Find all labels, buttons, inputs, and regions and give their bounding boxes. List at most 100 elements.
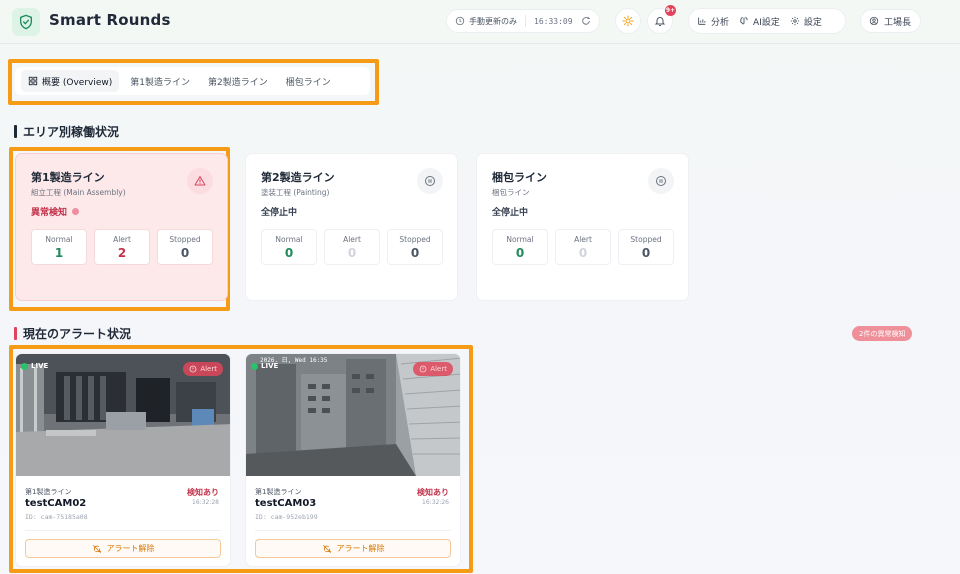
live-indicator: LIVE [251, 362, 278, 370]
user-menu-button[interactable]: 工場長 [860, 9, 921, 33]
refresh-icon[interactable] [581, 16, 591, 26]
alert-dot [72, 208, 80, 215]
area-stats: Normal 0 Alert 0 Stopped 0 [492, 229, 674, 265]
area-status: 全停止中 [261, 205, 297, 218]
stat-stopped-label: Stopped [399, 235, 431, 244]
warning-triangle-icon [187, 168, 213, 194]
stat-normal: Normal 1 [31, 229, 87, 265]
area-status: 全停止中 [492, 205, 528, 218]
nav-analytics-label: 分析 [711, 17, 730, 28]
stat-alert-label: Alert [343, 235, 361, 244]
app-title: Smart Rounds [49, 11, 171, 29]
stat-stopped-value: 0 [180, 246, 190, 260]
stat-alert: Alert 0 [324, 229, 380, 265]
sun-icon [622, 15, 634, 27]
tab-overview-label: 概要 (Overview) [42, 77, 113, 88]
camera-feed[interactable]: LIVE Alert [16, 354, 230, 476]
camera-line: 第1製造ライン [255, 488, 302, 496]
stat-alert-value: 2 [117, 246, 127, 260]
gear-icon [790, 16, 799, 26]
area-status-label: 異常検知 [31, 208, 68, 218]
tab-overview[interactable]: 概要 (Overview) [21, 70, 120, 92]
area-status-heading: エリア別稼働状況 [14, 123, 119, 140]
area-stats: Normal 1 Alert 2 Stopped 0 [31, 229, 213, 265]
camera-line: 第1製造ライン [25, 488, 72, 496]
alert-circle-icon [419, 365, 427, 373]
camera-name: testCAM02 [25, 498, 87, 509]
stat-alert: Alert 2 [94, 229, 150, 265]
heading-accent-bar [14, 327, 17, 340]
alert-chip-label: Alert [430, 365, 447, 373]
divider [525, 15, 526, 27]
stat-stopped: Stopped 0 [157, 229, 213, 265]
stat-normal-value: 0 [284, 246, 294, 260]
clear-alert-button[interactable]: アラート解除 [25, 539, 221, 558]
clear-alert-button[interactable]: アラート解除 [255, 539, 451, 558]
area-status: 異常検知 [31, 205, 80, 218]
detection-status: 検知あり [417, 488, 449, 497]
area-subtitle: 梱包ライン [492, 188, 530, 197]
area-card-line-1[interactable]: 第1製造ライン 組立工程 (Main Assembly) 異常検知 Normal… [15, 153, 228, 301]
stat-alert-label: Alert [113, 235, 131, 244]
tab-packing-line[interactable]: 梱包ライン [279, 70, 338, 92]
stat-stopped-label: Stopped [169, 235, 201, 244]
brain-icon [740, 17, 748, 25]
nav-ai-settings[interactable]: AI設定 [739, 15, 780, 28]
tab-line-2[interactable]: 第2製造ライン [201, 70, 275, 92]
area-name: 第2製造ライン [261, 171, 335, 184]
pause-circle-icon [648, 168, 674, 194]
detection-status: 検知あり [187, 488, 219, 497]
shield-logo-icon [12, 8, 40, 36]
camera-feed[interactable]: 2026. 日, Wed 16:35 LIVE Alert [246, 354, 460, 476]
alert-circle-icon [189, 365, 197, 373]
area-status-label: 全停止中 [492, 208, 529, 218]
line-tabs: 概要 (Overview) 第1製造ライン 第2製造ライン 梱包ライン [15, 67, 370, 95]
stat-stopped: Stopped 0 [618, 229, 674, 265]
camera-id: ID: cam-952eb199 [255, 513, 318, 521]
detection-time: 16:32:28 [192, 499, 219, 506]
update-mode-pill: 手動更新のみ 16:33:09 [446, 9, 600, 33]
stat-alert: Alert 0 [555, 229, 611, 265]
user-circle-icon [869, 16, 879, 26]
stat-stopped: Stopped 0 [387, 229, 443, 265]
alert-chip: Alert [413, 362, 453, 376]
pause-circle-icon [417, 168, 443, 194]
tab-line-1[interactable]: 第1製造ライン [123, 70, 197, 92]
stat-alert-label: Alert [574, 235, 592, 244]
live-label: LIVE [31, 362, 49, 370]
stat-normal-label: Normal [506, 235, 534, 244]
alert-status-title: 現在のアラート状況 [23, 327, 132, 341]
stat-normal-value: 1 [54, 246, 64, 260]
bell-off-icon [92, 544, 101, 553]
camera-card-testcam03[interactable]: 2026. 日, Wed 16:35 LIVE Alert 第1製造ライン te… [245, 353, 461, 567]
area-status-title: エリア別稼働状況 [23, 125, 120, 139]
bell-icon [654, 17, 666, 26]
area-name: 第1製造ライン [31, 171, 105, 184]
stat-stopped-label: Stopped [630, 235, 662, 244]
stat-normal-value: 0 [515, 246, 525, 260]
alert-status-heading: 現在のアラート状況 [14, 325, 131, 342]
update-mode-label: 手動更新のみ [469, 16, 517, 26]
theme-toggle-button[interactable] [615, 8, 641, 34]
area-subtitle: 塗装工程 (Painting) [261, 188, 330, 197]
stat-normal-label: Normal [275, 235, 303, 244]
clock-icon [455, 16, 465, 26]
nav-settings[interactable]: 設定 [790, 15, 822, 28]
area-stats: Normal 0 Alert 0 Stopped 0 [261, 229, 443, 265]
nav-analytics[interactable]: 分析 [697, 15, 729, 28]
bar-chart-icon [698, 17, 706, 25]
area-card-line-2[interactable]: 第2製造ライン 塗装工程 (Painting) 全停止中 Normal 0 Ale… [245, 153, 458, 301]
alert-chip-label: Alert [200, 365, 217, 373]
alert-count-badge: 2件の異常検知 [852, 326, 913, 341]
clear-alert-label: アラート解除 [336, 544, 385, 553]
camera-card-testcam02[interactable]: LIVE Alert 第1製造ライン testCAM02 ID: cam-751… [15, 353, 231, 567]
area-card-packing-line[interactable]: 梱包ライン 梱包ライン 全停止中 Normal 0 Alert 0 Stopped 0 [476, 153, 689, 301]
area-subtitle: 組立工程 (Main Assembly) [31, 188, 126, 197]
nav-ai-settings-label: AI設定 [753, 17, 780, 28]
stat-normal: Normal 0 [492, 229, 548, 265]
user-name: 工場長 [884, 17, 912, 28]
current-time: 16:33:09 [534, 16, 573, 26]
live-dot [21, 362, 28, 370]
stat-normal: Normal 0 [261, 229, 317, 265]
clear-alert-label: アラート解除 [106, 544, 155, 553]
